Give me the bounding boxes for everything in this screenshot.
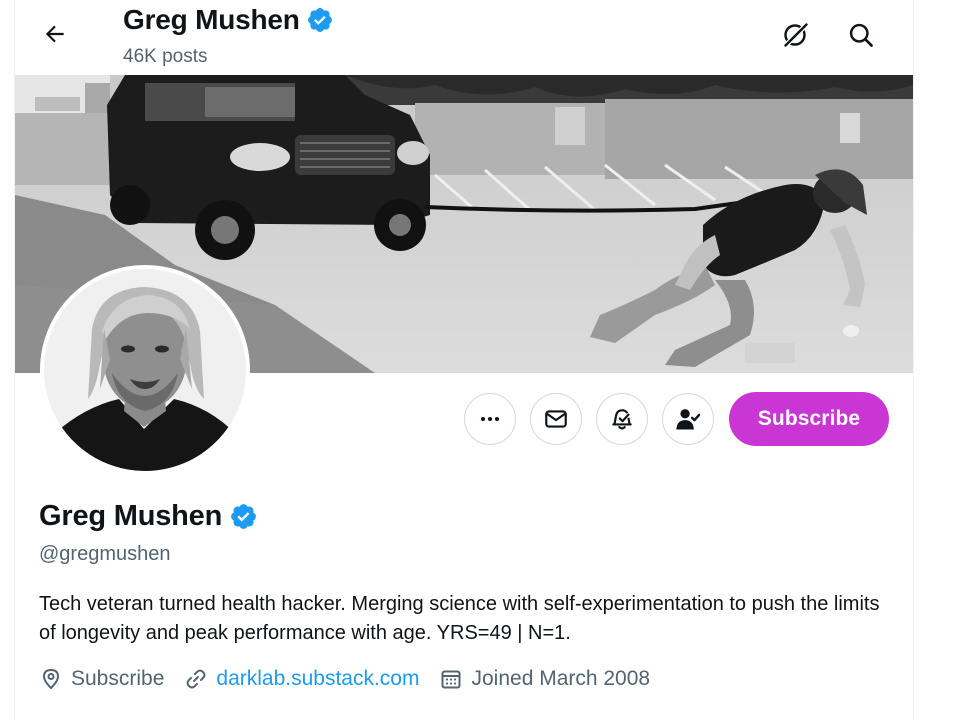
back-button[interactable] [33,12,77,56]
header-title: Greg Mushen [123,4,334,36]
envelope-icon [545,410,567,428]
verified-badge-icon[interactable] [229,502,258,531]
search-icon [849,23,873,47]
verified-badge-icon [307,8,332,32]
joined-item: Joined March 2008 [439,667,650,691]
post-count: 46K posts [123,46,208,67]
avatar[interactable] [44,269,246,471]
website-item: darklab.substack.com [184,667,419,691]
person-check-icon [676,409,701,430]
location-pin-icon [42,668,60,690]
notifications-button[interactable] [596,393,648,445]
more-icon [481,417,499,421]
joined-text: Joined March 2008 [471,667,651,690]
profile-name: Greg Mushen [39,500,223,532]
calendar-icon [441,670,461,689]
location-text: Subscribe [71,667,165,690]
arrow-left-icon [45,25,64,43]
website-link[interactable]: darklab.substack.com [216,667,419,691]
subscribe-button[interactable]: Subscribe [729,392,889,446]
grok-button[interactable] [774,13,818,57]
more-button[interactable] [464,393,516,445]
grok-icon [784,23,808,47]
bell-check-icon [612,409,632,430]
avatar-photo [44,269,246,471]
search-button[interactable] [839,13,883,57]
following-button[interactable] [662,393,714,445]
location-item: Subscribe [39,667,164,691]
profile-meta: Subscribe darklab.substack.com Joined Ma… [39,667,670,691]
profile-name-row: Greg Mushen [39,500,258,533]
header-name: Greg Mushen [123,4,300,35]
message-button[interactable] [530,393,582,445]
avatar-border[interactable] [40,265,250,475]
link-icon [186,669,206,689]
profile-handle: @gregmushen [39,543,171,565]
profile-column: Greg Mushen 46K posts Subscribe Greg Mus… [14,0,914,720]
profile-bio: Tech veteran turned health hacker. Mergi… [39,593,880,644]
